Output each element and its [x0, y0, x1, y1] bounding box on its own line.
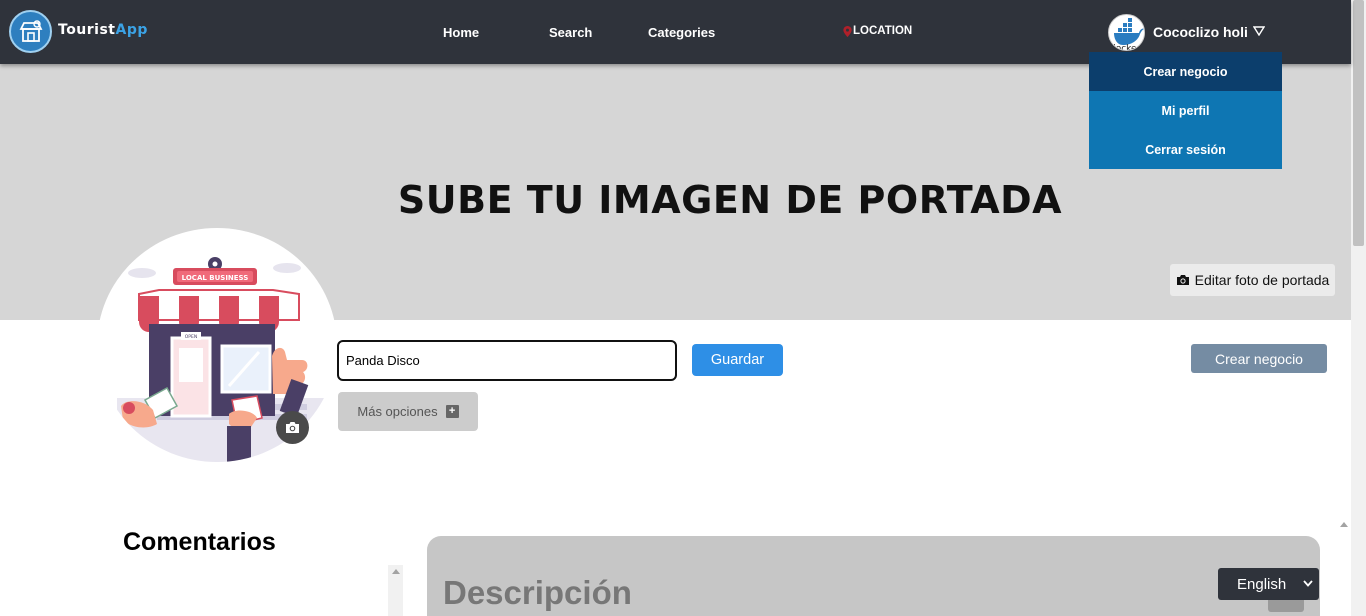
shop-sign-text: LOCAL BUSINESS	[182, 274, 249, 282]
storefront-icon	[19, 20, 43, 42]
user-avatar[interactable]: docke	[1108, 14, 1145, 51]
docker-whale-icon: docke	[1110, 18, 1144, 51]
edit-cover-label: Editar foto de portada	[1194, 272, 1330, 288]
camera-icon	[1176, 275, 1189, 285]
page-scrollbar[interactable]	[1351, 0, 1366, 616]
description-title: Descripción	[443, 574, 632, 611]
avatar-text: docke	[1110, 44, 1137, 51]
more-options-button[interactable]: Más opciones +	[338, 392, 478, 431]
chevron-down-icon	[1303, 580, 1313, 587]
nav-search-link[interactable]: Search	[549, 25, 592, 40]
plus-icon: +	[445, 405, 459, 418]
brand-name-part2: App	[115, 22, 148, 38]
nav-home-link[interactable]: Home	[443, 25, 479, 40]
user-name[interactable]: Cococlizo holi	[1153, 24, 1248, 40]
cover-title: SUBE TU IMAGEN DE PORTADA	[397, 178, 1063, 222]
more-options-label: Más opciones	[357, 404, 438, 419]
menu-item-crear-negocio[interactable]: Crear negocio	[1089, 52, 1282, 91]
save-button[interactable]: Guardar	[692, 344, 783, 376]
nav-location-label: LOCATION	[853, 25, 913, 37]
map-pin-icon	[843, 25, 852, 37]
brand-name-part1: Tourist	[58, 22, 116, 38]
language-select[interactable]: English	[1218, 568, 1319, 600]
comments-title: Comentarios	[123, 528, 276, 556]
edit-cover-button[interactable]: Editar foto de portada	[1170, 264, 1335, 296]
description-card: Descripción	[427, 536, 1320, 616]
inner-scroll-up-arrow-icon[interactable]	[1340, 522, 1348, 527]
scroll-up-arrow-icon[interactable]	[392, 569, 400, 574]
camera-icon	[286, 422, 299, 433]
menu-item-cerrar-sesion[interactable]: Cerrar sesión	[1089, 130, 1282, 169]
user-dropdown-menu: Crear negocio Mi perfil Cerrar sesión	[1089, 52, 1282, 169]
business-name-input[interactable]	[337, 340, 677, 381]
nav-location-link[interactable]: LOCATION	[843, 25, 912, 37]
caret-down-icon[interactable]	[1253, 26, 1265, 36]
page-scrollbar-thumb[interactable]	[1353, 0, 1364, 246]
brand-name[interactable]: TouristApp	[58, 22, 148, 38]
comments-scrollbar[interactable]	[388, 565, 403, 616]
app-logo[interactable]	[9, 10, 52, 53]
menu-item-mi-perfil[interactable]: Mi perfil	[1089, 91, 1282, 130]
change-profile-photo-button[interactable]	[276, 411, 309, 444]
language-selected-value: English	[1237, 575, 1287, 593]
door-sign-text: OPEN	[185, 334, 197, 340]
nav-categories-link[interactable]: Categories	[648, 25, 715, 40]
create-business-button[interactable]: Crear negocio	[1191, 344, 1327, 373]
